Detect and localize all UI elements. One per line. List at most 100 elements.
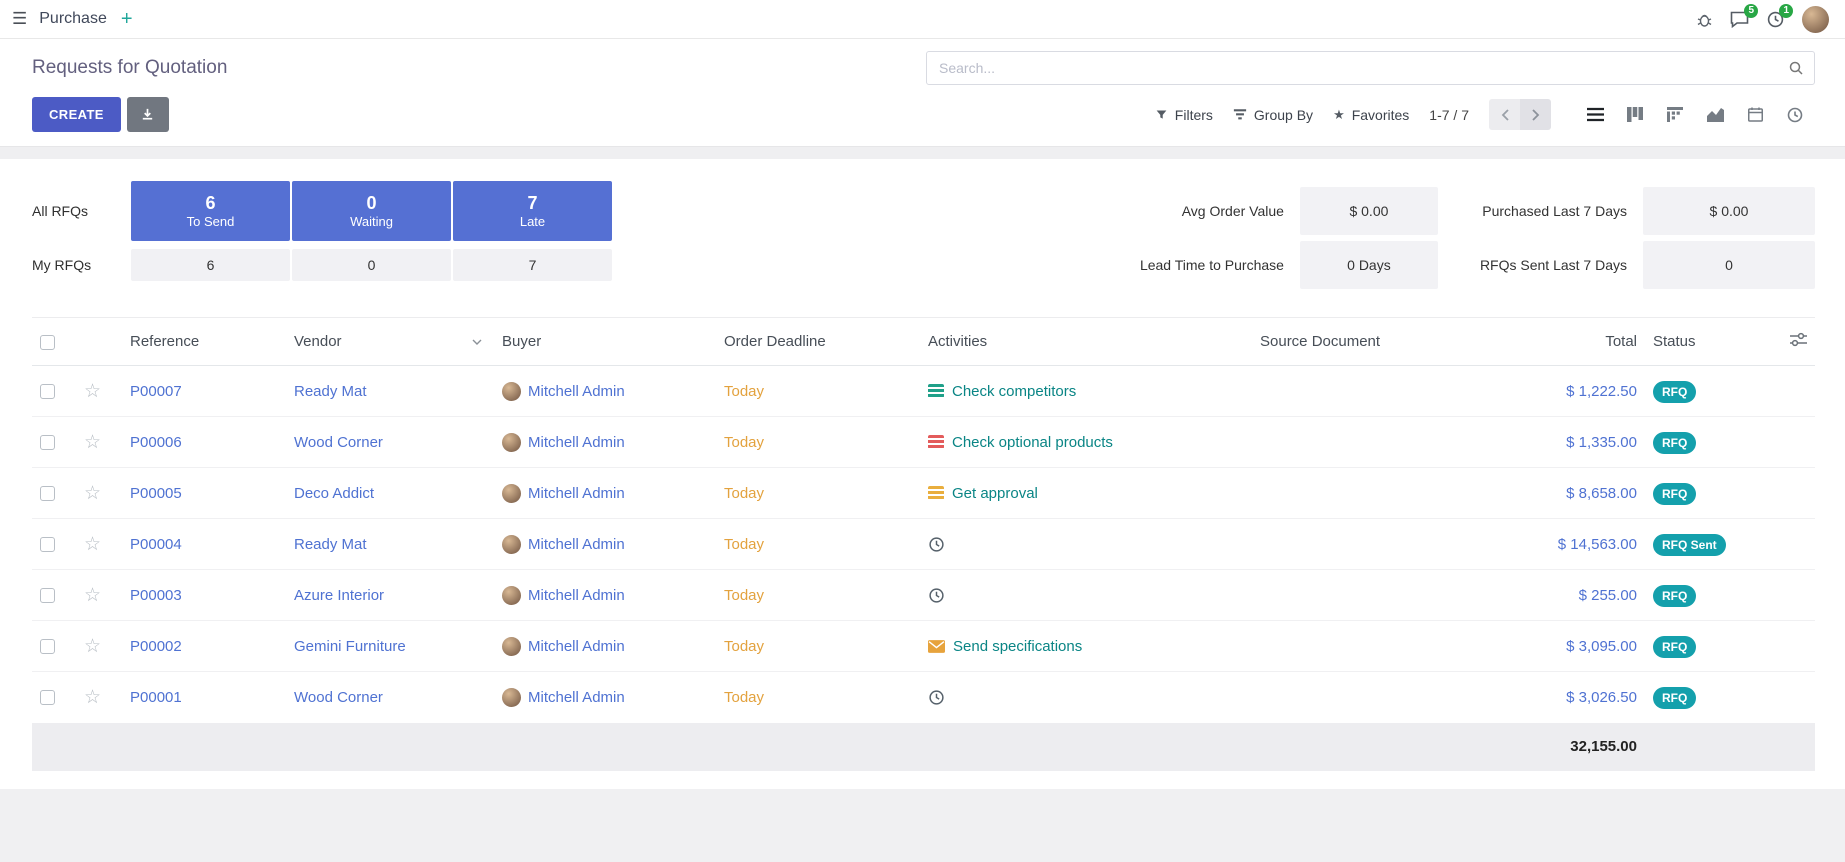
messages-icon[interactable]: 5 [1730,11,1749,28]
favorite-star-icon[interactable]: ☆ [84,483,101,504]
column-header-status[interactable]: Status [1645,318,1760,366]
table-row[interactable]: ☆ P00003 Azure Interior Mitchell Admin T… [32,570,1815,621]
row-checkbox[interactable] [40,639,55,654]
activity-label[interactable]: Get approval [952,485,1038,502]
column-header-order-deadline[interactable]: Order Deadline [716,318,920,366]
search-input[interactable] [937,59,1788,77]
column-header-activities[interactable]: Activities [920,318,1252,366]
activity-envelope-icon[interactable] [928,640,945,653]
status-badge: RFQ [1653,381,1696,403]
vendor-link[interactable]: Wood Corner [294,434,383,451]
status-badge: RFQ [1653,687,1696,709]
stat-purchased-last-7-days: Purchased Last 7 Days $ 0.00 [1480,187,1815,235]
reference-link[interactable]: P00002 [130,638,182,655]
group-by-button[interactable]: Group By [1233,107,1313,123]
row-checkbox[interactable] [40,486,55,501]
buyer-link[interactable]: Mitchell Admin [528,638,625,655]
column-header-reference[interactable]: Reference [122,318,286,366]
my-to-send-tile[interactable]: 6 [131,249,290,281]
table-row[interactable]: ☆ P00007 Ready Mat Mitchell Admin Today … [32,366,1815,417]
reference-link[interactable]: P00005 [130,485,182,502]
reference-link[interactable]: P00004 [130,536,182,553]
activity-label[interactable]: Check optional products [952,434,1113,451]
user-avatar[interactable] [1802,6,1829,33]
reference-link[interactable]: P00001 [130,689,182,706]
my-late-tile[interactable]: 7 [453,249,612,281]
favorite-star-icon[interactable]: ☆ [84,687,101,708]
table-row[interactable]: ☆ P00005 Deco Addict Mitchell Admin Toda… [32,468,1815,519]
buyer-link[interactable]: Mitchell Admin [528,536,625,553]
select-all-checkbox[interactable] [40,335,55,350]
vendor-link[interactable]: Ready Mat [294,536,367,553]
vendor-link[interactable]: Deco Addict [294,485,374,502]
graph-view-button[interactable] [1695,99,1735,130]
apps-menu-icon[interactable]: ☰ [12,9,27,29]
vendor-link[interactable]: Azure Interior [294,587,384,604]
column-header-source-document[interactable]: Source Document [1252,318,1492,366]
buyer-link[interactable]: Mitchell Admin [528,689,625,706]
pager-previous-button[interactable] [1489,99,1520,130]
app-name[interactable]: Purchase [39,10,107,28]
row-checkbox[interactable] [40,435,55,450]
table-row[interactable]: ☆ P00004 Ready Mat Mitchell Admin Today … [32,519,1815,570]
tile-waiting[interactable]: 0 Waiting [292,181,451,241]
table-row[interactable]: ☆ P00002 Gemini Furniture Mitchell Admin… [32,621,1815,672]
favorite-star-icon[interactable]: ☆ [84,432,101,453]
reference-link[interactable]: P00003 [130,587,182,604]
optional-columns-icon[interactable] [1790,332,1807,347]
activity-checklist-icon[interactable] [928,384,944,398]
favorite-star-icon[interactable]: ☆ [84,381,101,402]
pager-next-button[interactable] [1520,99,1551,130]
bug-icon[interactable] [1697,11,1712,27]
activity-view-button[interactable] [1775,99,1815,130]
column-header-buyer[interactable]: Buyer [494,318,716,366]
pivot-view-button[interactable] [1655,99,1695,130]
favorite-star-icon[interactable]: ☆ [84,585,101,606]
reference-link[interactable]: P00006 [130,434,182,451]
activity-clock-icon[interactable] [928,689,945,706]
buyer-link[interactable]: Mitchell Admin [528,383,625,400]
activity-checklist-icon[interactable] [928,486,944,500]
row-checkbox[interactable] [40,384,55,399]
vendor-link[interactable]: Wood Corner [294,689,383,706]
vendor-link[interactable]: Gemini Furniture [294,638,406,655]
status-badge: RFQ [1653,636,1696,658]
filters-button[interactable]: Filters [1155,107,1213,123]
activity-clock-icon[interactable] [928,536,945,553]
row-checkbox[interactable] [40,537,55,552]
stat-label: RFQs Sent Last 7 Days [1480,257,1627,273]
row-checkbox[interactable] [40,690,55,705]
favorite-star-icon[interactable]: ☆ [84,636,101,657]
table-row[interactable]: ☆ P00001 Wood Corner Mitchell Admin Toda… [32,672,1815,723]
tile-late[interactable]: 7 Late [453,181,612,241]
kanban-view-button[interactable] [1615,99,1655,130]
order-deadline-value: Today [724,587,764,604]
table-row[interactable]: ☆ P00006 Wood Corner Mitchell Admin Toda… [32,417,1815,468]
my-waiting-tile[interactable]: 0 [292,249,451,281]
favorite-star-icon[interactable]: ☆ [84,534,101,555]
list-view-button[interactable] [1575,99,1615,130]
waiting-count: 0 [366,193,376,214]
plus-icon[interactable]: + [121,9,133,29]
buyer-link[interactable]: Mitchell Admin [528,434,625,451]
calendar-view-button[interactable] [1735,99,1775,130]
column-header-vendor[interactable]: Vendor [286,318,494,366]
column-header-total[interactable]: Total [1492,318,1645,366]
activity-label[interactable]: Check competitors [952,383,1076,400]
view-switcher [1575,99,1815,130]
row-checkbox[interactable] [40,588,55,603]
buyer-link[interactable]: Mitchell Admin [528,587,625,604]
activity-clock-icon[interactable] [928,587,945,604]
reference-link[interactable]: P00007 [130,383,182,400]
favorites-button[interactable]: ★ Favorites [1333,107,1409,123]
buyer-link[interactable]: Mitchell Admin [528,485,625,502]
activity-label[interactable]: Send specifications [953,638,1082,655]
tile-to-send[interactable]: 6 To Send [131,181,290,241]
activities-clock-icon[interactable]: 1 [1767,11,1784,28]
search-bar[interactable] [926,51,1815,85]
vendor-link[interactable]: Ready Mat [294,383,367,400]
create-button[interactable]: CREATE [32,97,121,132]
activity-checklist-icon[interactable] [928,435,944,449]
order-deadline-value: Today [724,689,764,706]
export-button[interactable] [127,97,169,132]
